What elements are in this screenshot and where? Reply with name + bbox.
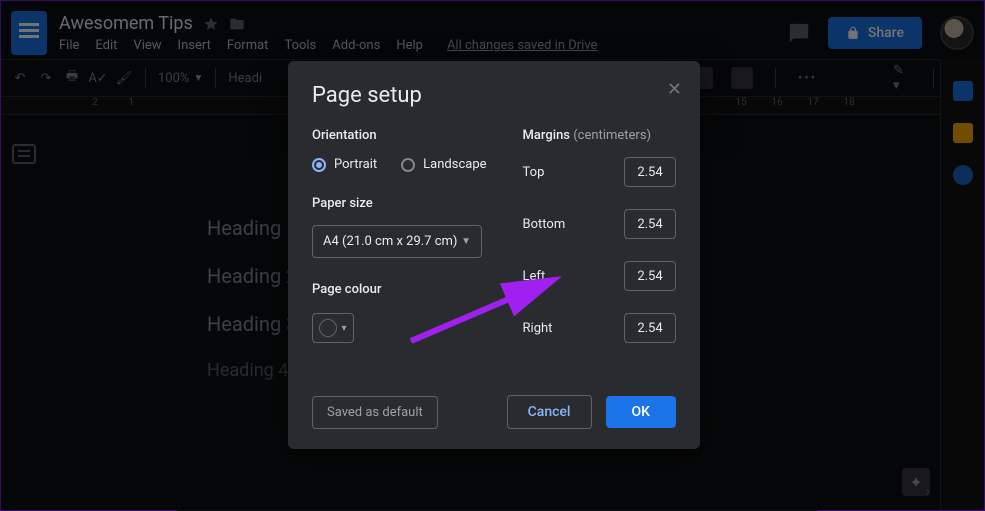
ok-button[interactable]: OK [606,396,677,428]
document-title[interactable]: Awesomem Tips [59,13,193,34]
close-icon[interactable]: ✕ [667,79,682,100]
editing-mode-icon[interactable]: ✎ ▾ [893,69,911,87]
redo-icon[interactable]: ↷ [37,69,55,87]
cancel-button[interactable]: Cancel [507,395,592,429]
orientation-label: Orientation [312,128,487,143]
menu-bar: File Edit View Insert Format Tools Add-o… [59,38,597,53]
menu-format[interactable]: Format [227,38,269,53]
menu-file[interactable]: File [59,38,79,53]
comments-icon[interactable] [788,22,810,44]
dialog-title: Page setup [312,83,676,108]
orientation-landscape-radio[interactable]: Landscape [401,157,486,172]
margin-top-input[interactable]: 2.54 [624,157,676,187]
outline-icon [12,144,36,164]
margin-right-label: Right [523,321,553,336]
ruler-tick: 16 [771,97,782,108]
ruler-tick: 1 [128,97,134,108]
chevron-down-icon: ▼ [461,236,471,247]
margin-bottom-input[interactable]: 2.54 [624,209,676,239]
zoom-selector[interactable]: 100%▼ [158,71,203,86]
paint-format-icon[interactable]: 🖌 [115,69,133,87]
title-area: Awesomem Tips File Edit View Insert Form… [59,13,597,53]
print-icon[interactable]: 🖶 [63,69,81,87]
margin-bottom-label: Bottom [523,217,566,232]
account-avatar[interactable] [940,16,974,50]
tasks-icon[interactable] [953,165,973,185]
outline-toggle[interactable] [1,116,47,510]
chevron-down-icon: ▾ [341,323,346,334]
menu-help[interactable]: Help [396,38,423,53]
page-colour-label: Page colour [312,282,487,297]
paper-size-select[interactable]: A4 (21.0 cm x 29.7 cm) ▼ [312,225,482,258]
paragraph-style-selector[interactable]: Headi [228,71,262,86]
save-status[interactable]: All changes saved in Drive [447,38,598,53]
hide-sidepanel-icon[interactable]: › [925,481,930,500]
menu-view[interactable]: View [133,38,161,53]
menu-addons[interactable]: Add-ons [332,38,380,53]
lock-icon [846,26,860,40]
side-panel [940,59,984,510]
header: Awesomem Tips File Edit View Insert Form… [1,1,984,59]
menu-edit[interactable]: Edit [95,38,117,53]
move-folder-icon[interactable] [229,16,245,32]
menu-insert[interactable]: Insert [178,38,211,53]
calendar-icon[interactable] [953,81,973,101]
margin-top-label: Top [523,165,545,180]
margin-left-label: Left [523,269,546,284]
menu-tools[interactable]: Tools [284,38,316,53]
docs-logo-icon[interactable] [11,11,47,55]
orientation-portrait-radio[interactable]: Portrait [312,157,377,172]
more-tools-icon[interactable]: ••• [798,71,817,86]
margin-left-input[interactable]: 2.54 [624,261,676,291]
ruler-tick: 15 [735,97,746,108]
insert-image-icon[interactable] [731,67,753,89]
colour-circle-icon [319,319,337,337]
ruler-tick: 17 [807,97,818,108]
ruler-tick: 2 [92,97,98,108]
margins-label: Margins (centimeters) [523,128,676,143]
radio-icon [401,158,415,172]
app-root: Awesomem Tips File Edit View Insert Form… [0,0,985,511]
keep-icon[interactable] [953,123,973,143]
plus-icon: ✦ [909,473,922,492]
margin-right-input[interactable]: 2.54 [624,313,676,343]
paper-size-label: Paper size [312,196,487,211]
page-colour-picker[interactable]: ▾ [312,313,354,343]
share-label: Share [868,25,904,41]
page-setup-dialog: Page setup ✕ Orientation Portrait Landsc… [288,61,700,449]
share-button[interactable]: Share [828,17,922,49]
star-icon[interactable] [203,16,219,32]
save-default-button[interactable]: Saved as default [312,396,438,429]
undo-icon[interactable]: ↶ [11,69,29,87]
ruler-tick: 18 [843,97,854,108]
radio-icon [312,158,326,172]
spellcheck-icon[interactable]: A✓ [89,69,107,87]
